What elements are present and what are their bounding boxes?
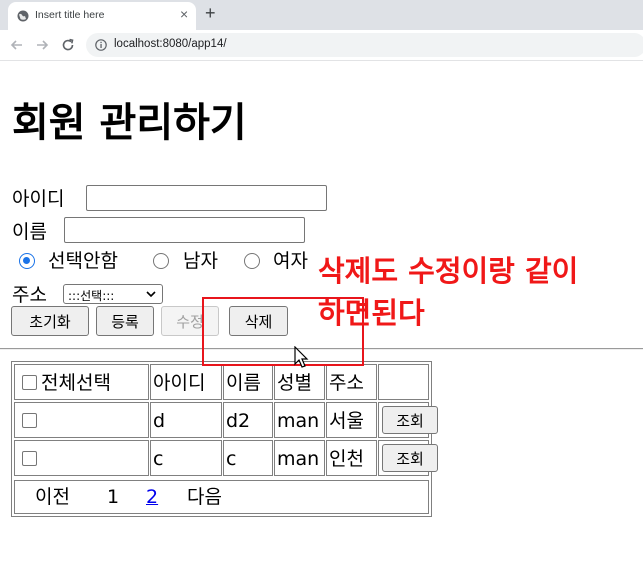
cell-address: 인천: [326, 440, 377, 476]
browser-tab-bar: Insert title here × +: [0, 0, 643, 30]
view-button[interactable]: 조회: [382, 444, 438, 472]
header-name-label: 이름: [226, 372, 261, 394]
cell-id: c: [150, 440, 222, 476]
cell-name-text: c: [226, 448, 237, 470]
pager-page-2-link[interactable]: 2: [146, 485, 158, 509]
address-label: 주소: [12, 284, 47, 306]
row-select-cell[interactable]: [14, 440, 149, 476]
cell-id-text: c: [153, 448, 164, 470]
select-all-checkbox[interactable]: [22, 375, 37, 390]
pager-prev[interactable]: 이전: [35, 485, 70, 509]
address-select-value: :::선택:::: [68, 289, 115, 303]
radio-button[interactable]: [244, 253, 260, 269]
new-tab-icon[interactable]: +: [205, 3, 216, 24]
row-select-cell[interactable]: [14, 402, 149, 438]
radio-button[interactable]: [153, 253, 169, 269]
row-checkbox[interactable]: [22, 451, 37, 466]
browser-tab[interactable]: Insert title here ×: [8, 2, 196, 30]
cell-id: d: [150, 402, 222, 438]
id-input[interactable]: [86, 185, 327, 211]
reload-icon[interactable]: [60, 37, 76, 53]
cell-gender-text: man: [277, 410, 320, 432]
member-table: 전체선택 아이디 이름 성별 주소 d d2 man 서울 조회 c c man…: [11, 361, 438, 517]
header-id: 아이디: [150, 364, 222, 400]
annotation-line-2: 하면된다: [318, 296, 425, 330]
view-button[interactable]: 조회: [382, 406, 438, 434]
address-bar[interactable]: localhost:8080/app14/: [86, 33, 643, 57]
gender-none-label: 선택안함: [48, 250, 118, 272]
header-address: 주소: [326, 364, 377, 400]
id-label: 아이디: [12, 188, 65, 210]
forward-arrow-icon[interactable]: [34, 37, 50, 53]
radio-button[interactable]: [19, 253, 35, 269]
globe-icon: [17, 10, 29, 22]
cell-name: c: [223, 440, 273, 476]
cell-name-text: d2: [226, 410, 251, 432]
tab-close-icon[interactable]: ×: [180, 6, 188, 22]
reset-button[interactable]: 초기화: [11, 306, 89, 336]
cell-action: 조회: [378, 402, 438, 438]
cell-name: d2: [223, 402, 273, 438]
pager-page-1: 1: [107, 486, 120, 508]
pager-next[interactable]: 다음: [187, 485, 222, 509]
gender-male-label: 남자: [183, 250, 218, 272]
cell-address-text: 서울: [329, 410, 364, 432]
cell-gender-text: man: [277, 448, 320, 470]
header-select-all[interactable]: 전체선택: [14, 364, 149, 400]
tab-title: Insert title here: [35, 9, 105, 21]
header-id-label: 아이디: [153, 372, 206, 394]
name-input[interactable]: [64, 217, 305, 243]
browser-toolbar: localhost:8080/app14/: [0, 30, 643, 61]
register-button[interactable]: 등록: [96, 306, 154, 336]
row-checkbox[interactable]: [22, 413, 37, 428]
back-arrow-icon[interactable]: [9, 37, 25, 53]
cell-action: 조회: [378, 440, 438, 476]
header-address-label: 주소: [329, 372, 364, 394]
header-name: 이름: [223, 364, 273, 400]
chevron-down-icon: [146, 291, 156, 298]
header-select-all-label: 전체선택: [41, 372, 111, 394]
cell-gender: man: [274, 402, 325, 438]
url-text: localhost:8080/app14/: [114, 38, 227, 50]
cell-gender: man: [274, 440, 325, 476]
header-gender-label: 성별: [277, 372, 312, 394]
name-label: 이름: [12, 221, 47, 243]
pagination: 이전 1 2 다음: [14, 480, 429, 514]
address-select[interactable]: :::선택:::: [63, 284, 163, 304]
gender-female-label: 여자: [273, 250, 308, 272]
cell-id-text: d: [153, 410, 166, 432]
cell-address: 서울: [326, 402, 377, 438]
annotation-text: 삭제도 수정이랑 같이 하면된다: [318, 250, 638, 334]
mouse-cursor-icon: [294, 346, 309, 368]
page-title: 회원 관리하기: [12, 100, 247, 146]
info-icon[interactable]: [95, 39, 107, 51]
cell-address-text: 인천: [329, 448, 364, 470]
header-action: [378, 364, 429, 400]
annotation-line-1: 삭제도 수정이랑 같이: [318, 254, 579, 288]
